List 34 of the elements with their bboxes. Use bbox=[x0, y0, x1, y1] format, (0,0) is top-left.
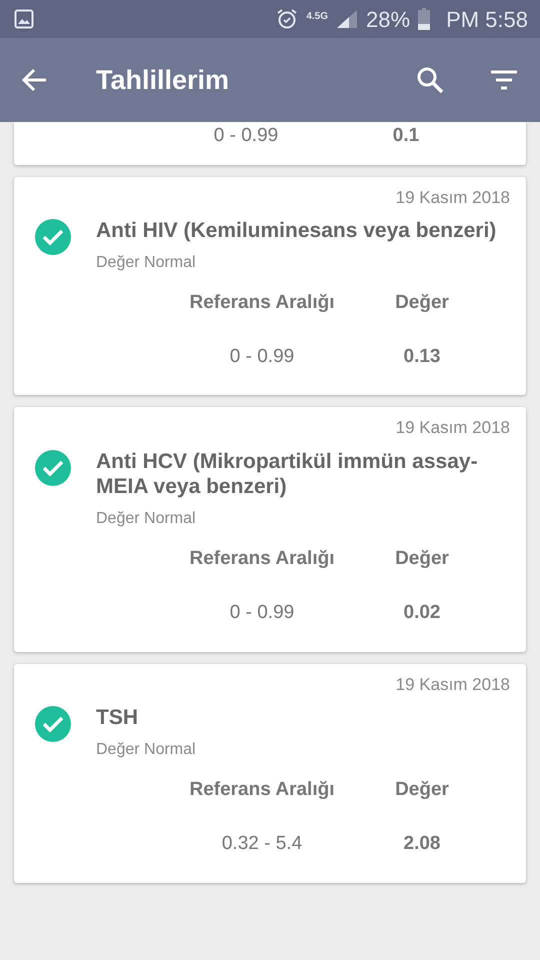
clock: PM 5:58 bbox=[446, 6, 528, 34]
signal-icon bbox=[336, 9, 358, 29]
range-value: 0 - 0.99 bbox=[228, 601, 296, 626]
result-status: Değer Normal bbox=[96, 509, 197, 530]
result-status: Değer Normal bbox=[96, 740, 197, 760]
result-date: 19 Kasım 2018 bbox=[396, 186, 510, 208]
gallery-icon bbox=[14, 9, 34, 29]
result-value: 0.02 bbox=[402, 601, 442, 626]
filter-icon[interactable] bbox=[490, 69, 518, 91]
search-icon[interactable] bbox=[416, 66, 444, 94]
battery-percentage: 28% bbox=[366, 6, 410, 34]
result-value: 0.1 bbox=[392, 124, 420, 148]
result-value: 2.08 bbox=[402, 832, 442, 856]
result-date: 19 Kasım 2018 bbox=[396, 674, 510, 696]
range-value: 0 - 0.99 bbox=[212, 124, 280, 148]
column-header: Referans Aralığı bbox=[188, 291, 336, 315]
range-value: 0 - 0.99 bbox=[228, 344, 296, 369]
test-name: Anti HIV (Kemiluminesans veya benzeri) bbox=[96, 218, 498, 244]
column-header: Referans Aralığı bbox=[188, 547, 336, 572]
battery-icon bbox=[418, 8, 430, 30]
range-value: 0.32 - 5.4 bbox=[220, 832, 304, 856]
test-name: Anti HCV (Mikropartikül immün assay-MEIA veya benzeri) bbox=[96, 448, 479, 500]
result-date: 19 Kasım 2018 bbox=[396, 417, 510, 440]
column-header: Referans Aralığı bbox=[188, 778, 336, 802]
test-name: TSH bbox=[96, 705, 139, 730]
screen-title: Tahlillerim bbox=[96, 64, 230, 97]
network-label: 4.5G bbox=[306, 10, 328, 24]
back-arrow-icon[interactable] bbox=[22, 68, 48, 92]
alarm-icon bbox=[276, 8, 298, 30]
column-header: Değer bbox=[394, 291, 450, 315]
column-header: Değer bbox=[394, 547, 450, 572]
column-header: Değer bbox=[394, 778, 450, 802]
result-status: Değer Normal bbox=[96, 253, 197, 274]
result-value: 0.13 bbox=[402, 344, 442, 369]
